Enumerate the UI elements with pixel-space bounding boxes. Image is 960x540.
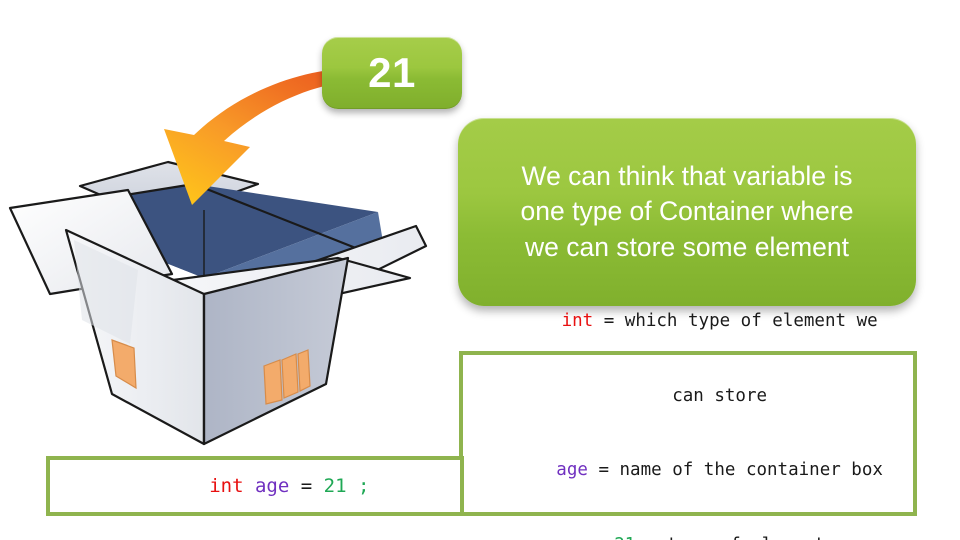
legend-line-2-text: can store	[672, 385, 768, 406]
legend-line-3: age = name of the container box	[493, 434, 883, 509]
legend-line-1-text: = which type of element we	[593, 311, 878, 332]
declaration-code-box: int age = 21 ;	[46, 456, 464, 516]
legend-line-3-name: age	[556, 460, 588, 481]
legend-line-2: can store	[609, 359, 767, 434]
legend-line-1-type: int	[561, 311, 594, 332]
declaration-value: 21	[323, 474, 347, 497]
legend-line-4-number: 21	[614, 535, 635, 540]
declaration-space-1	[244, 475, 255, 497]
explanation-callout-text: We can think that variable is one type o…	[520, 161, 854, 262]
box-tape-right-b	[281, 353, 299, 399]
declaration-operator: =	[289, 474, 324, 497]
value-badge-label: 21	[368, 49, 416, 96]
value-badge: 21	[322, 37, 462, 109]
declaration-keyword: int	[209, 474, 244, 497]
box-tape-right-c	[297, 349, 311, 392]
legend-code-box: int = which type of element we can store…	[459, 311, 917, 540]
legend-line-4: 21 = type of element	[551, 508, 825, 540]
legend-line-4-text: = type of element	[635, 535, 825, 540]
box-tape-right-a	[263, 359, 283, 405]
declaration-identifier: age	[254, 474, 290, 497]
declaration-code-line: int age = 21 ;	[141, 446, 370, 527]
legend-line-1: int = which type of element we	[498, 284, 878, 359]
declaration-semicolon: ;	[346, 474, 370, 497]
legend-line-3-text: = name of the container box	[587, 460, 883, 481]
explanation-callout: We can think that variable is one type o…	[458, 118, 916, 306]
slide-canvas: 21 We can think that variable is one typ…	[0, 0, 960, 540]
